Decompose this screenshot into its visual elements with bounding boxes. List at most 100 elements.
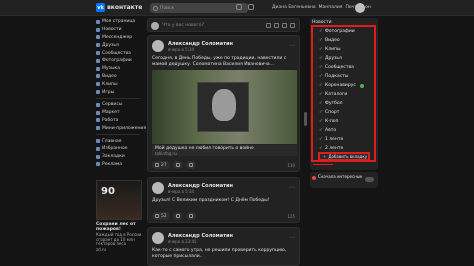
check-icon: ✓ <box>319 128 323 133</box>
like-button[interactable]: 27 <box>152 161 170 169</box>
toggle-switch[interactable] <box>365 177 374 182</box>
sidebar-item-services[interactable]: Сервисы <box>96 101 140 109</box>
services-icon <box>96 102 100 107</box>
more-icon[interactable]: ⋯ <box>289 234 295 241</box>
check-icon: ✓ <box>319 101 323 106</box>
avatar[interactable] <box>152 40 164 52</box>
post-date[interactable]: вчера в 5:34 <box>168 47 194 52</box>
divider <box>96 97 140 99</box>
search-placeholder: Поиск <box>160 5 175 11</box>
add-tab-button[interactable]: + Добавить вкладку <box>318 152 370 161</box>
filter-item[interactable]: ✓ Футбол <box>319 101 343 106</box>
sidebar-item-work[interactable]: Работа <box>96 117 140 125</box>
sidebar-item-news[interactable]: Новости <box>96 26 140 34</box>
sidebar-item-music[interactable]: Музыка <box>96 65 140 73</box>
comment-button[interactable] <box>172 161 183 169</box>
filter-item[interactable]: ✓ Клипы <box>319 47 341 52</box>
sidebar-item-photos[interactable]: Фотографии <box>96 57 140 65</box>
ad-image: 90 <box>96 180 142 220</box>
filter-item[interactable]: ✓ Друзья <box>319 56 342 61</box>
sidebar-item-label: Друзья <box>102 42 119 48</box>
sidebar-item-bookmarks[interactable]: Закладки <box>96 153 140 161</box>
share-button[interactable] <box>185 161 196 169</box>
compose-box[interactable]: Что у вас нового? <box>147 18 300 32</box>
ad-block[interactable]: 90 Сохрани лес от пожаров! Каждый год в … <box>96 180 142 252</box>
comment-button[interactable] <box>172 212 183 220</box>
sidebar-item-my-page[interactable]: Моя страница <box>96 18 140 26</box>
highlight-underline <box>313 164 333 165</box>
search-input[interactable]: Поиск <box>150 3 248 13</box>
compose-placeholder: Что у вас нового? <box>162 23 204 28</box>
filter-item[interactable]: ✓ 2 ленте <box>319 146 343 151</box>
like-count: 27 <box>161 162 167 168</box>
photo-icon[interactable] <box>266 23 271 28</box>
avatar[interactable] <box>355 3 365 13</box>
filter-item[interactable]: ✓ Фотографии <box>319 29 355 34</box>
filter-label: Сообщества <box>325 65 354 70</box>
filter-label: 2 ленте <box>325 146 344 151</box>
filter-item[interactable]: ✓ 1 ленте <box>319 137 343 142</box>
more-icon[interactable]: ⋯ <box>289 42 295 49</box>
add-tab-label: Добавить вкладку <box>328 154 368 159</box>
sidebar-item-label: Новости <box>102 27 122 33</box>
filter-item[interactable]: ✓ Каталоги <box>319 92 347 97</box>
notifications-icon[interactable] <box>236 4 242 10</box>
video-icon <box>96 74 100 79</box>
sidebar-item-friends[interactable]: Друзья <box>96 41 140 49</box>
filter-item[interactable]: ✓ Спорт <box>319 110 339 115</box>
sidebar-item-label: Мини-приложения <box>102 125 147 131</box>
filter-item[interactable]: ✓ Коронавирус <box>319 83 364 88</box>
sidebar-item-communities[interactable]: Сообщества <box>96 49 140 57</box>
sidebar-item-home[interactable]: Главная <box>96 137 140 145</box>
music-icon[interactable] <box>248 4 254 10</box>
sidebar-item-label: Фотографии <box>102 58 132 64</box>
post-date[interactable]: вчера в 23:45 <box>168 239 197 244</box>
filter-label: Фотографии <box>325 29 355 34</box>
sidebar-item-label: Моя страница <box>102 19 136 25</box>
sidebar-item-favorites[interactable]: Избранное <box>96 145 140 153</box>
article-icon[interactable] <box>290 23 295 28</box>
sidebar-item-messenger[interactable]: Мессенджер <box>96 34 140 42</box>
post-text: Сегодня, в День Победы, уже по традиции,… <box>152 56 287 67</box>
more-icon[interactable]: ⋯ <box>289 184 295 191</box>
filter-item[interactable]: ✓ Видео <box>319 38 340 43</box>
post-photo[interactable] <box>152 70 297 144</box>
filter-label: Авто <box>325 128 337 133</box>
sidebar-item-ads[interactable]: Реклама <box>96 161 140 169</box>
sidebar-item-games[interactable]: Игры <box>96 88 140 96</box>
sidebar-item-mini-apps[interactable]: Мини-приложения <box>96 124 146 132</box>
like-button[interactable]: 52 <box>152 212 170 220</box>
filter-label: К-поп <box>325 119 339 124</box>
avatar[interactable] <box>152 182 164 194</box>
share-button[interactable] <box>185 212 196 220</box>
post-date[interactable]: вчера в 5:34 <box>168 189 194 194</box>
check-icon: ✓ <box>319 83 323 88</box>
link-attachment[interactable]: Мой дедушка не любил говорить о войне ta… <box>152 145 297 156</box>
work-icon <box>96 118 100 123</box>
sidebar-item-label: Сервисы <box>102 102 123 108</box>
check-icon: ✓ <box>319 119 323 124</box>
plus-icon: + <box>323 154 327 159</box>
sidebar-item-clips[interactable]: Клипы <box>96 80 140 88</box>
music-icon[interactable] <box>282 23 287 28</box>
ad-text: Каждый год в России сгорает до 10 млн ге… <box>96 232 142 246</box>
top-icons <box>236 4 254 10</box>
ad-badge: 90 <box>101 186 115 197</box>
check-icon: ✓ <box>319 29 323 34</box>
filter-item[interactable]: ✓ Авто <box>319 128 336 133</box>
check-icon: ✓ <box>319 38 323 43</box>
search-icon <box>153 5 158 11</box>
apps-icon <box>96 126 100 131</box>
video-icon[interactable] <box>274 23 279 28</box>
interesting-first-toggle[interactable]: Сначала интересные <box>310 172 378 188</box>
scrollbar[interactable] <box>304 112 307 126</box>
post: Александр Соломатин вчера в 23:45 ⋯ Как-… <box>147 227 300 266</box>
filter-item[interactable]: ✓ Сообщества <box>319 65 354 70</box>
vk-logo[interactable]: vk вконтакте <box>96 3 142 12</box>
sidebar-item-market[interactable]: Маркет <box>96 109 140 117</box>
filter-item[interactable]: ✓ Подкасты <box>319 74 348 79</box>
avatar[interactable] <box>152 232 164 244</box>
sidebar-item-video[interactable]: Видео <box>96 73 140 81</box>
communities-icon <box>96 51 100 56</box>
filter-item[interactable]: ✓ К-поп <box>319 119 338 124</box>
